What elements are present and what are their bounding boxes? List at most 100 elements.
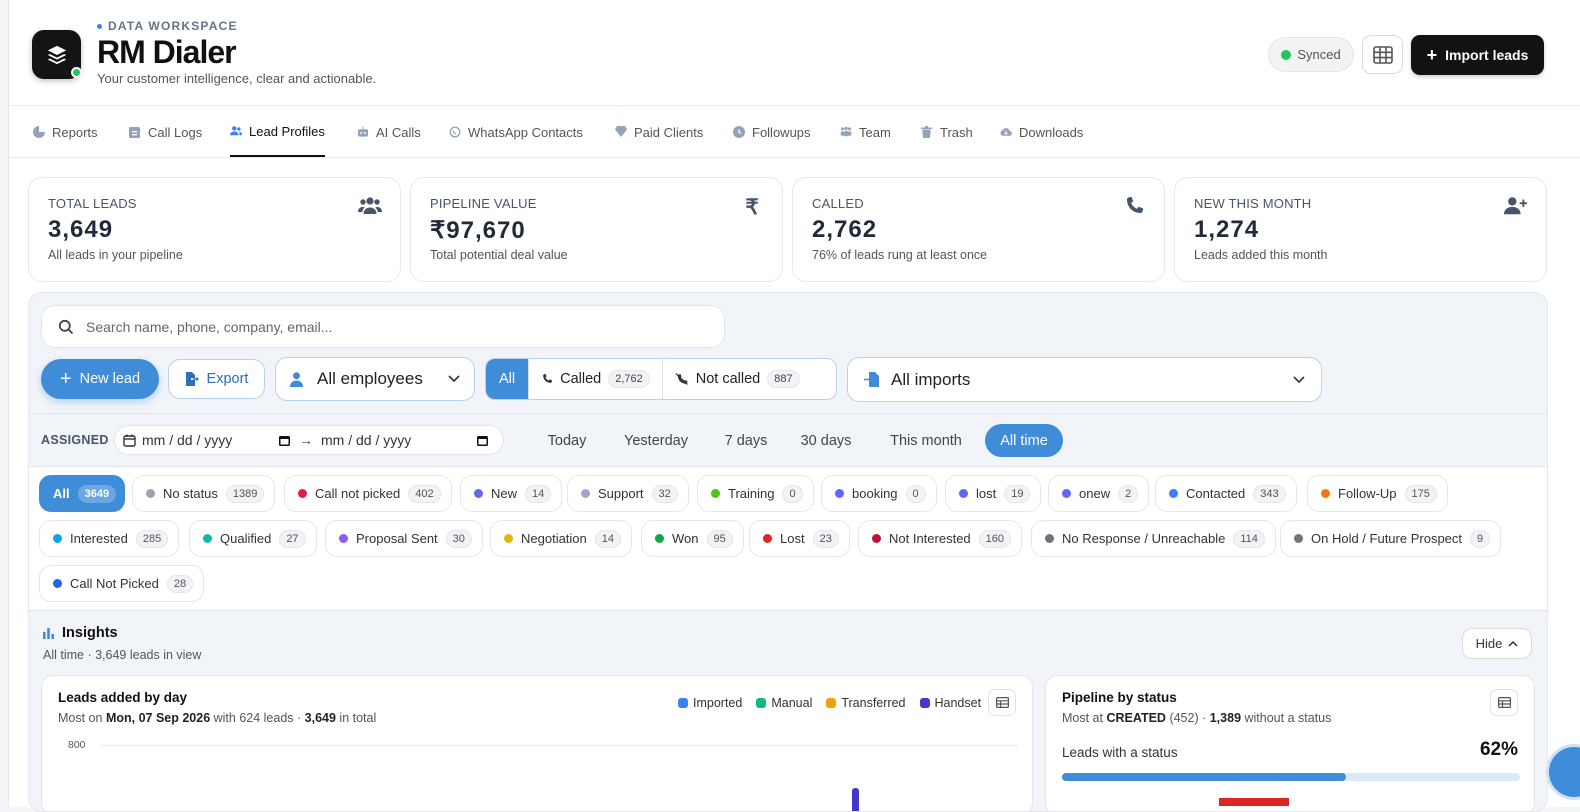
status-dot xyxy=(504,534,513,543)
import-leads-button[interactable]: + Import leads xyxy=(1411,35,1544,75)
segment-called[interactable]: Called 2,762 xyxy=(529,359,663,399)
status-dot xyxy=(298,489,307,498)
chip-count: 9 xyxy=(1470,529,1491,548)
called-filter-segment: All Called 2,762 Not called 887 xyxy=(485,358,837,400)
legend-label: Transferred xyxy=(841,696,906,710)
status-chip[interactable]: New 14 xyxy=(460,475,563,512)
file-import-icon xyxy=(864,372,879,387)
tab-team[interactable]: Team xyxy=(840,107,891,157)
table-view-button[interactable] xyxy=(1490,689,1518,716)
chip-count: 0 xyxy=(905,484,926,503)
range-7-days[interactable]: 7 days xyxy=(715,424,777,457)
date-from-field[interactable]: mm / dd / yyyy xyxy=(123,432,291,448)
chip-label: Interested xyxy=(70,531,128,546)
tab-downloads[interactable]: Downloads xyxy=(1000,107,1083,157)
status-chip[interactable]: onew 2 xyxy=(1048,475,1150,512)
status-chip[interactable]: Lost 23 xyxy=(749,520,850,557)
status-chip[interactable]: Qualified 27 xyxy=(189,520,317,557)
status-chip[interactable]: On Hold / Future Prospect 9 xyxy=(1280,520,1502,557)
status-chip[interactable]: Training 0 xyxy=(697,475,814,512)
tab-trash[interactable]: Trash xyxy=(921,107,973,157)
tab-ai-calls[interactable]: AI Calls xyxy=(357,107,421,157)
table-view-button[interactable] xyxy=(988,689,1016,716)
chip-count: 114 xyxy=(1233,529,1265,548)
range-30-days[interactable]: 30 days xyxy=(790,424,862,457)
legend-swatch xyxy=(756,698,767,708)
export-button[interactable]: Export xyxy=(168,359,265,399)
chevron-down-icon xyxy=(448,375,460,383)
status-chip[interactable]: Follow-Up 175 xyxy=(1307,475,1448,512)
status-chip[interactable]: No Response / Unreachable 114 xyxy=(1031,520,1276,557)
legend-swatch xyxy=(678,698,688,708)
rupee-icon: ₹ xyxy=(745,196,759,219)
subtitle-without: 1,389 xyxy=(1209,711,1242,725)
hide-label: Hide xyxy=(1475,636,1503,651)
page-title: RM Dialer xyxy=(97,34,237,70)
stat-caption: Leads added this month xyxy=(1194,248,1328,262)
users-icon xyxy=(358,197,382,214)
range-all-time[interactable]: All time xyxy=(985,424,1063,457)
imports-select[interactable]: All imports xyxy=(847,357,1322,402)
chip-count: 14 xyxy=(525,484,552,503)
status-chip[interactable]: Interested 285 xyxy=(39,520,180,557)
subtitle-prefix: Most on xyxy=(58,711,106,725)
tab-reports[interactable]: Reports xyxy=(33,107,98,157)
status-chip[interactable]: Negotiation 14 xyxy=(490,520,633,557)
status-chip[interactable]: Proposal Sent 30 xyxy=(325,520,483,557)
status-dot xyxy=(835,489,844,498)
chart-bar[interactable] xyxy=(852,788,859,811)
search-input[interactable] xyxy=(86,318,686,335)
date-to-placeholder: mm / dd / yyyy xyxy=(321,432,412,448)
tab-followups[interactable]: Followups xyxy=(733,107,811,157)
tab-call-logs[interactable]: Call Logs xyxy=(129,107,202,157)
status-chip[interactable]: No status 1389 xyxy=(132,475,276,512)
segment-all[interactable]: All xyxy=(486,359,530,399)
tab-whatsapp-contacts[interactable]: WhatsApp Contacts xyxy=(449,107,583,157)
chip-label: Call not picked xyxy=(315,486,401,501)
chip-label: lost xyxy=(976,486,997,501)
tab-label: WhatsApp Contacts xyxy=(468,124,583,140)
progress-fill xyxy=(1062,773,1346,781)
chart-subtitle: Most on Mon, 07 Sep 2026 with 624 leads … xyxy=(58,711,376,725)
grid-view-button[interactable] xyxy=(1362,35,1403,74)
status-chip[interactable]: booking 0 xyxy=(821,475,937,512)
tab-label: Lead Profiles xyxy=(249,123,325,139)
main-tabs: Reports Call Logs Lead Profiles AI Calls… xyxy=(9,107,1580,158)
stat-label: CALLED xyxy=(812,196,864,211)
status-chip[interactable]: Won 95 xyxy=(641,520,744,557)
legend-item: Transferred xyxy=(826,696,906,710)
y-axis-tick: 800 xyxy=(68,739,86,751)
status-dot xyxy=(474,489,483,498)
employees-select[interactable]: All employees xyxy=(275,357,475,401)
floating-action-button[interactable] xyxy=(1546,744,1580,800)
status-chip[interactable]: Contacted 343 xyxy=(1155,475,1297,512)
status-chip-all[interactable]: All 3649 xyxy=(39,475,125,512)
status-chip[interactable]: Support 32 xyxy=(567,475,689,512)
tab-lead-profiles[interactable]: Lead Profiles xyxy=(230,107,325,157)
export-label: Export xyxy=(206,371,249,387)
date-to-field[interactable]: mm / dd / yyyy xyxy=(321,432,489,448)
range-yesterday[interactable]: Yesterday xyxy=(612,424,700,457)
segment-not-called[interactable]: Not called 887 xyxy=(663,359,812,399)
range-this-month[interactable]: This month xyxy=(878,424,974,457)
status-dot xyxy=(1294,534,1303,543)
new-lead-button[interactable]: + New lead xyxy=(41,359,159,399)
chip-label: Not Interested xyxy=(889,531,971,546)
status-dot xyxy=(1062,489,1071,498)
eyebrow-dot xyxy=(97,23,102,29)
chip-label: Contacted xyxy=(1186,486,1246,501)
subtitle-mid: with 624 leads · xyxy=(210,711,305,725)
status-chip[interactable]: Not Interested 160 xyxy=(858,520,1023,557)
trash-icon xyxy=(921,126,933,138)
status-chip[interactable]: lost 19 xyxy=(945,475,1042,512)
status-chip[interactable]: Call not picked 402 xyxy=(284,475,452,512)
tab-paid-clients[interactable]: Paid Clients xyxy=(615,107,703,157)
status-chip[interactable]: Call Not Picked 28 xyxy=(39,565,205,602)
chip-count: 23 xyxy=(812,529,839,548)
subtitle-count: (452) · xyxy=(1165,711,1210,725)
chart-legend: Imported Manual Transferred Handset xyxy=(678,696,981,710)
chip-count: 285 xyxy=(135,529,169,548)
table-icon xyxy=(995,697,1009,708)
range-today[interactable]: Today xyxy=(537,424,597,457)
hide-insights-button[interactable]: Hide xyxy=(1462,628,1532,659)
